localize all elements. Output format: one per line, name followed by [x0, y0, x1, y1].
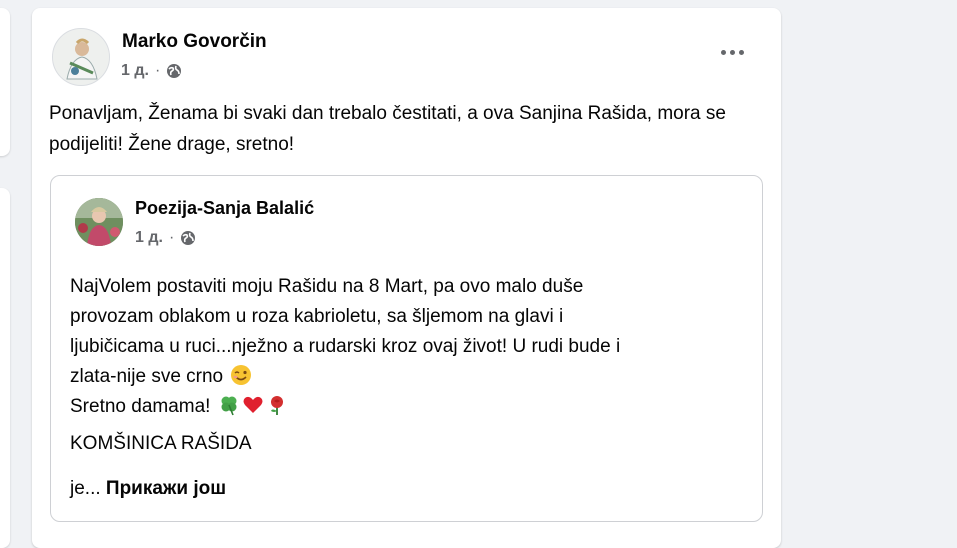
- shared-author-avatar[interactable]: [75, 198, 123, 246]
- globe-icon[interactable]: [180, 230, 196, 246]
- text-line-with-emoji: zlata-nije sve crno: [70, 362, 750, 392]
- adjacent-card-edge: [0, 8, 10, 156]
- more-horizontal-icon: [720, 49, 726, 55]
- adjacent-card-edge: [0, 188, 10, 548]
- shared-meta: 1 д. ·: [135, 229, 196, 247]
- text-line: KOMŠINICA RAŠIDA: [70, 433, 252, 454]
- post-text: Ponavljam, Ženama bi svaki dan trebalo č…: [49, 103, 726, 155]
- meta-separator: ·: [168, 229, 175, 246]
- more-options-button[interactable]: [712, 34, 752, 70]
- rose-emoji: [270, 396, 283, 415]
- post-meta: 1 д. ·: [121, 62, 182, 80]
- post-time[interactable]: 1 д.: [121, 62, 149, 80]
- winking-face-emoji: [231, 365, 252, 385]
- shared-author-name[interactable]: Poezija-Sanja Balalić: [135, 198, 314, 219]
- text-line: provozam oblakom u roza kabrioletu, sa š…: [70, 306, 564, 327]
- shared-post[interactable]: Poezija-Sanja Balalić 1 д. · NajVolem po…: [50, 175, 763, 522]
- truncated-prefix: je...: [70, 478, 101, 499]
- post-card: Marko Govorčin 1 д. · Ponavljam, Ženama …: [32, 8, 781, 548]
- author-avatar[interactable]: [52, 28, 110, 86]
- text-line: Sretno damama!: [70, 396, 211, 417]
- truncated-row: je... Прикажи још: [70, 478, 226, 500]
- globe-icon[interactable]: [166, 63, 182, 79]
- see-more-link[interactable]: Прикажи још: [106, 478, 226, 499]
- meta-separator: ·: [154, 62, 161, 79]
- shared-text: NajVolem postaviti moju Rašidu na 8 Mart…: [70, 272, 750, 459]
- shared-time[interactable]: 1 д.: [135, 229, 163, 247]
- four-leaf-clover-emoji: [221, 396, 237, 416]
- author-name[interactable]: Marko Govorčin: [122, 31, 267, 53]
- red-heart-emoji: [243, 396, 263, 413]
- text-line-with-emoji: Sretno damama!: [70, 392, 750, 422]
- text-line: ljubičicama u ruci...nježno a rudarski k…: [70, 336, 621, 357]
- text-line: NajVolem postaviti moju Rašidu na 8 Mart…: [70, 276, 584, 297]
- text-line: zlata-nije sve crno: [70, 366, 224, 387]
